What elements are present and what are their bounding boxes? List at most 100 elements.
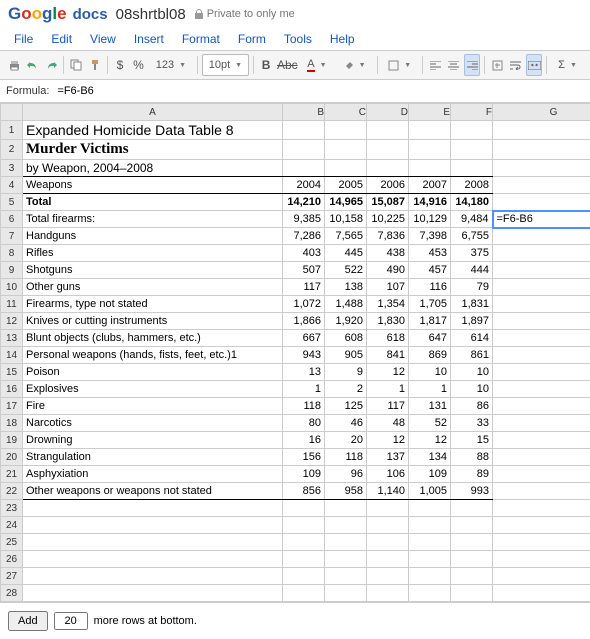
cell[interactable]: 117 <box>283 279 325 296</box>
cell[interactable]: Drowning <box>23 432 283 449</box>
cell[interactable]: 10,158 <box>325 211 367 228</box>
more-formats-button[interactable]: 123▼ <box>149 54 193 76</box>
cell[interactable] <box>451 500 493 517</box>
cell[interactable]: Weapons <box>23 177 283 194</box>
cell[interactable] <box>451 517 493 534</box>
cell[interactable]: 46 <box>325 415 367 432</box>
menu-insert[interactable]: Insert <box>126 30 172 48</box>
cell[interactable]: 79 <box>451 279 493 296</box>
cell[interactable]: 12 <box>409 432 451 449</box>
cell[interactable]: 958 <box>325 483 367 500</box>
row-header[interactable]: 28 <box>1 585 23 602</box>
row-header[interactable]: 9 <box>1 262 23 279</box>
cell[interactable] <box>451 551 493 568</box>
wrap-text-button[interactable] <box>507 54 523 76</box>
cell[interactable]: 14,210 <box>283 194 325 211</box>
row-header[interactable]: 14 <box>1 347 23 364</box>
col-header-E[interactable]: E <box>409 104 451 121</box>
cell[interactable]: 10 <box>451 381 493 398</box>
cell[interactable]: 861 <box>451 347 493 364</box>
percent-button[interactable]: % <box>130 54 146 76</box>
cell[interactable]: 1,817 <box>409 313 451 330</box>
align-left-button[interactable] <box>427 54 443 76</box>
cell[interactable] <box>367 568 409 585</box>
corner-cell[interactable] <box>1 104 23 121</box>
cell[interactable]: 2 <box>325 381 367 398</box>
row-header[interactable]: 25 <box>1 534 23 551</box>
cell[interactable]: 33 <box>451 415 493 432</box>
col-header-C[interactable]: C <box>325 104 367 121</box>
row-header[interactable]: 4 <box>1 177 23 194</box>
cell[interactable] <box>367 140 409 160</box>
menu-help[interactable]: Help <box>322 30 363 48</box>
cell[interactable] <box>493 381 590 398</box>
cell[interactable] <box>493 296 590 313</box>
cell[interactable]: 7,565 <box>325 228 367 245</box>
add-rows-count[interactable] <box>54 612 88 630</box>
menu-form[interactable]: Form <box>230 30 274 48</box>
cell[interactable]: 445 <box>325 245 367 262</box>
cell[interactable]: Fire <box>23 398 283 415</box>
cell[interactable] <box>409 534 451 551</box>
cell[interactable] <box>283 568 325 585</box>
cell[interactable]: 15 <box>451 432 493 449</box>
cell[interactable] <box>493 262 590 279</box>
cell[interactable]: 1,866 <box>283 313 325 330</box>
cell[interactable]: 6,755 <box>451 228 493 245</box>
cell[interactable] <box>325 121 367 140</box>
cell[interactable] <box>493 121 590 140</box>
cell[interactable] <box>367 585 409 602</box>
cell[interactable] <box>325 568 367 585</box>
cell[interactable]: Blunt objects (clubs, hammers, etc.) <box>23 330 283 347</box>
cell[interactable]: 118 <box>283 398 325 415</box>
fill-color-button[interactable]: ▼ <box>336 54 373 76</box>
cell[interactable] <box>23 534 283 551</box>
cell[interactable]: 993 <box>451 483 493 500</box>
menu-tools[interactable]: Tools <box>276 30 320 48</box>
cell[interactable] <box>493 398 590 415</box>
cell[interactable] <box>493 415 590 432</box>
row-header[interactable]: 10 <box>1 279 23 296</box>
row-header[interactable]: 26 <box>1 551 23 568</box>
cell[interactable]: 20 <box>325 432 367 449</box>
cell[interactable]: 856 <box>283 483 325 500</box>
menu-format[interactable]: Format <box>174 30 228 48</box>
cell[interactable] <box>409 160 451 177</box>
cell[interactable] <box>23 568 283 585</box>
strikethrough-button[interactable]: Abc <box>276 54 298 76</box>
cell[interactable]: 137 <box>367 449 409 466</box>
cell[interactable]: 1,488 <box>325 296 367 313</box>
cell[interactable] <box>23 500 283 517</box>
row-header[interactable]: 7 <box>1 228 23 245</box>
cell[interactable]: 109 <box>409 466 451 483</box>
col-header-B[interactable]: B <box>283 104 325 121</box>
cell[interactable] <box>493 140 590 160</box>
cell[interactable] <box>493 347 590 364</box>
cell[interactable]: 48 <box>367 415 409 432</box>
cell[interactable]: 608 <box>325 330 367 347</box>
cell[interactable]: 667 <box>283 330 325 347</box>
cell[interactable] <box>325 500 367 517</box>
menu-file[interactable]: File <box>6 30 41 48</box>
cell[interactable]: 7,398 <box>409 228 451 245</box>
cell[interactable]: 1,897 <box>451 313 493 330</box>
row-header[interactable]: 3 <box>1 160 23 177</box>
cell[interactable] <box>283 160 325 177</box>
print-button[interactable] <box>6 54 22 76</box>
cell[interactable] <box>283 140 325 160</box>
align-center-button[interactable] <box>445 54 461 76</box>
cell[interactable]: 1,830 <box>367 313 409 330</box>
cell[interactable] <box>493 364 590 381</box>
cell[interactable]: 10 <box>409 364 451 381</box>
cell[interactable]: 490 <box>367 262 409 279</box>
cell[interactable]: 1,831 <box>451 296 493 313</box>
row-header[interactable]: 13 <box>1 330 23 347</box>
font-size-select[interactable]: 10pt▼ <box>202 54 249 76</box>
cell[interactable]: 15,087 <box>367 194 409 211</box>
cell[interactable]: Handguns <box>23 228 283 245</box>
cell[interactable]: 89 <box>451 466 493 483</box>
cell[interactable]: 12 <box>367 432 409 449</box>
menu-edit[interactable]: Edit <box>43 30 80 48</box>
cell[interactable]: 647 <box>409 330 451 347</box>
cell[interactable]: 14,916 <box>409 194 451 211</box>
